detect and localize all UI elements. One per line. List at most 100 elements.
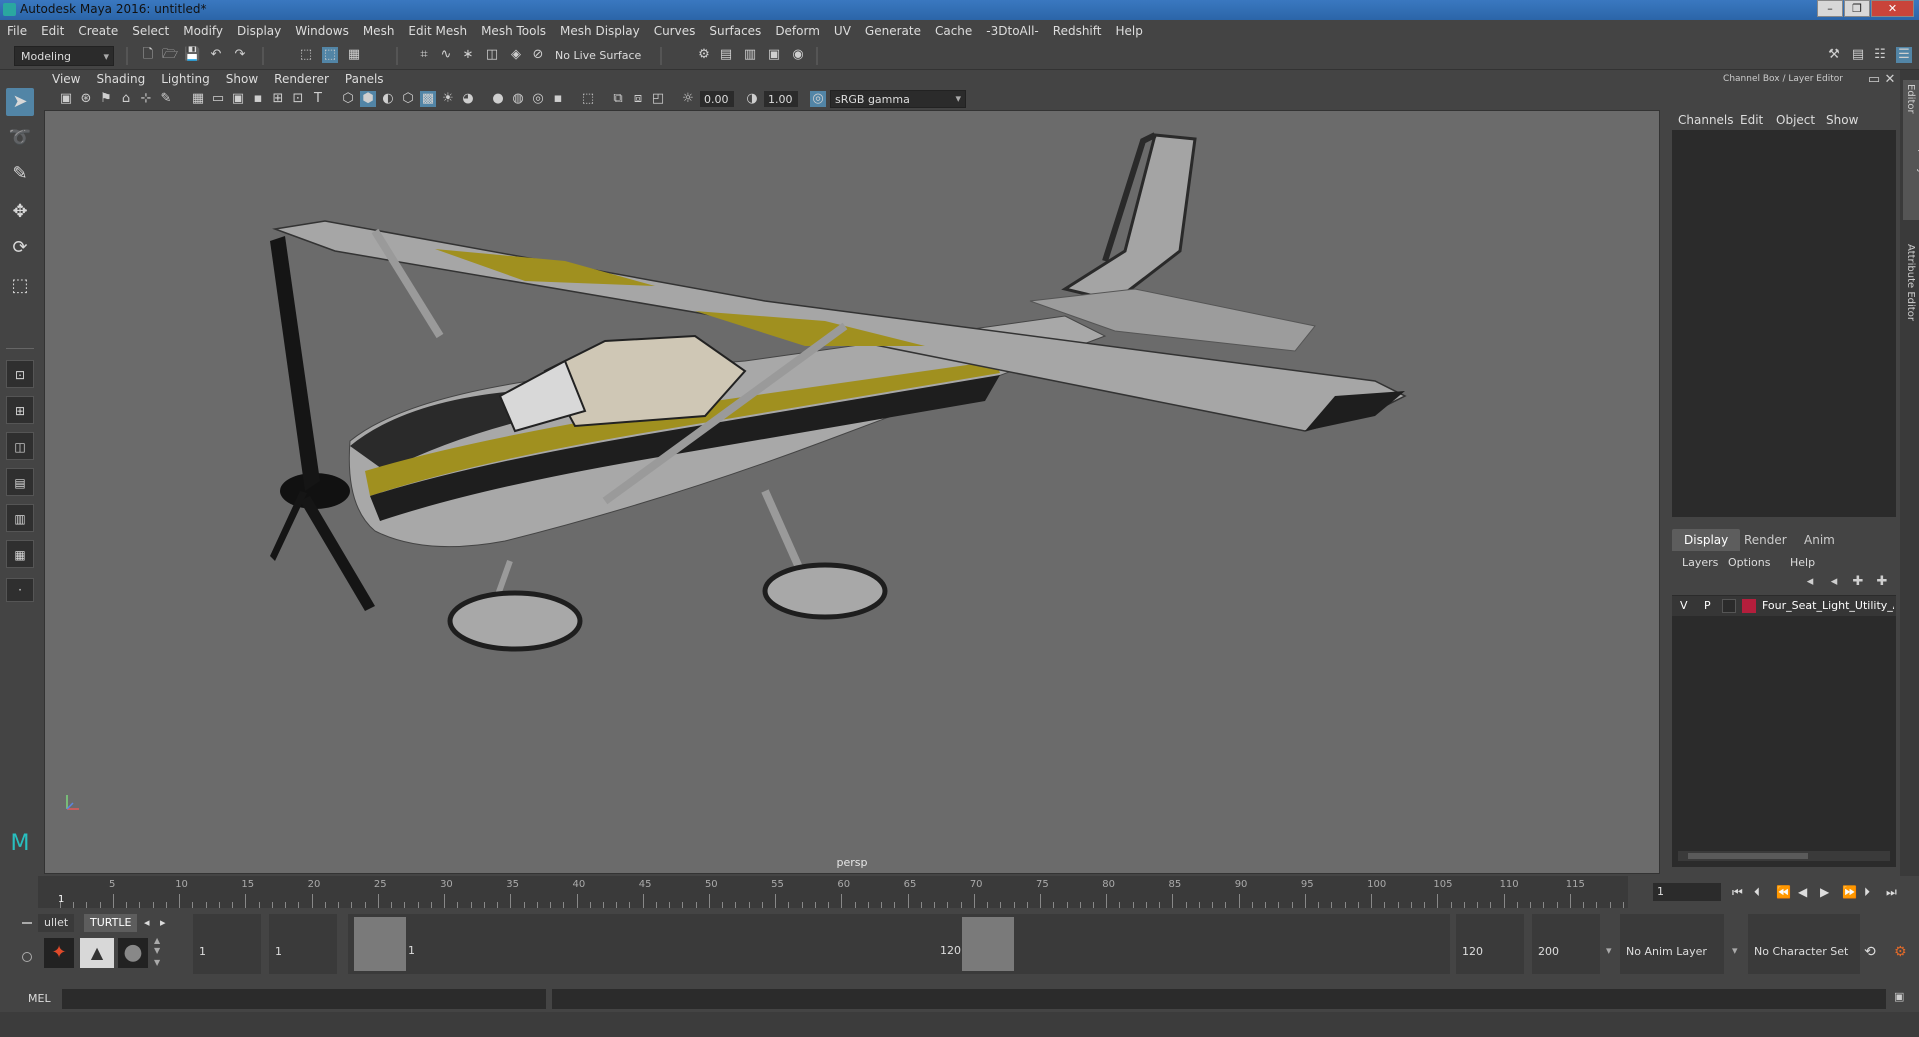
range-start-handle[interactable] — [354, 917, 406, 971]
menu-mesh[interactable]: Mesh — [356, 20, 402, 38]
turtle-surface-icon[interactable]: ● — [118, 938, 148, 968]
outliner-persp-layout-icon[interactable]: ▤ — [6, 468, 34, 496]
range-slider[interactable]: 1 120 — [348, 914, 1450, 974]
layer-color-swatch[interactable] — [1742, 599, 1756, 613]
exposure-field[interactable]: 0.00 — [700, 91, 734, 107]
menu-uv[interactable]: UV — [827, 20, 858, 38]
safe-title-icon[interactable]: T — [310, 91, 326, 107]
render-current-icon[interactable]: ▥ — [742, 47, 758, 63]
step-back-key-icon[interactable]: ⏪ — [1776, 885, 1791, 899]
menu-3dtoall[interactable]: -3DtoAll- — [979, 20, 1045, 38]
safe-action-icon[interactable]: ⊡ — [290, 91, 306, 107]
viewport-menu-panels[interactable]: Panels — [337, 70, 392, 86]
layer-horizontal-scrollbar[interactable] — [1678, 851, 1890, 861]
select-tool-icon[interactable]: ➤ — [6, 88, 34, 116]
snap-curve-icon[interactable]: ∿ — [438, 47, 454, 63]
smooth-shade-icon[interactable]: ⬢ — [360, 91, 376, 107]
tab-render[interactable]: Render — [1732, 529, 1799, 551]
menu-file[interactable]: File — [0, 20, 34, 38]
playback-start-field[interactable]: 1 — [269, 914, 337, 974]
wireframe-icon[interactable]: ⬡ — [340, 91, 356, 107]
tab-anim[interactable]: Anim — [1792, 529, 1847, 551]
time-slider[interactable]: 5 10 15 20 25 30 35 40 45 50 55 60 65 70 75 80 85 90 95 100… — [38, 876, 1651, 910]
go-to-start-icon[interactable]: ⏮ — [1732, 885, 1743, 900]
menu-edit[interactable]: Edit — [34, 20, 71, 38]
rotate-tool-icon[interactable]: ⟳ — [6, 234, 34, 262]
scale-tool-icon[interactable]: ⬚ — [6, 272, 34, 300]
anim-layer-dropdown[interactable]: No Anim Layer — [1620, 914, 1724, 974]
live-surface-label[interactable]: No Live Surface — [555, 49, 641, 62]
resolution-gate-icon[interactable]: ▣ — [230, 91, 246, 107]
snap-surface-icon[interactable]: ◈ — [508, 47, 524, 63]
image-plane-icon[interactable]: ⌂ — [118, 91, 134, 107]
viewport-menu-shading[interactable]: Shading — [88, 70, 153, 86]
default-lighting-icon[interactable]: ◐ — [380, 91, 396, 107]
shadows-icon[interactable]: ◕ — [460, 91, 476, 107]
layer-menu-layers[interactable]: Layers — [1682, 556, 1718, 569]
close-panel-icon[interactable]: ✕ — [1882, 72, 1898, 88]
layer-visibility-toggle[interactable]: V — [1680, 599, 1688, 612]
shelf-tab-bullet[interactable]: ullet — [38, 914, 75, 932]
move-layer-up-icon[interactable]: ◂ — [1802, 574, 1818, 590]
viewport-menu-renderer[interactable]: Renderer — [266, 70, 337, 86]
layer-name[interactable]: Four_Seat_Light_Utility_A — [1762, 599, 1894, 612]
character-set-dropdown[interactable]: No Character Set — [1748, 914, 1860, 974]
menu-surfaces[interactable]: Surfaces — [702, 20, 768, 38]
new-scene-icon[interactable]: 🗋 — [140, 47, 156, 63]
save-scene-icon[interactable]: 💾 — [184, 47, 200, 63]
layer-menu-options[interactable]: Options — [1728, 556, 1770, 569]
menu-edit-mesh[interactable]: Edit Mesh — [401, 20, 474, 38]
shelf-scroll-left-icon[interactable]: ◂ — [144, 916, 150, 929]
layer-row[interactable]: V P Four_Seat_Light_Utility_A — [1672, 596, 1896, 616]
channel-menu-object[interactable]: Object — [1776, 113, 1815, 127]
2d-pan-zoom-icon[interactable]: ⊹ — [138, 91, 154, 107]
move-tool-icon[interactable]: ✥ — [6, 198, 34, 226]
ambient-occlusion-icon[interactable]: ● — [490, 91, 506, 107]
menu-modify[interactable]: Modify — [176, 20, 230, 38]
field-chart-icon[interactable]: ⊞ — [270, 91, 286, 107]
menu-display[interactable]: Display — [230, 20, 288, 38]
layer-type-box[interactable] — [1722, 599, 1736, 613]
step-forward-key-icon[interactable]: ⏩ — [1842, 885, 1857, 899]
grease-pencil-icon[interactable]: ✎ — [158, 91, 174, 107]
float-panel-icon[interactable]: ▭ — [1866, 72, 1882, 88]
side-tab-attribute-editor[interactable]: Attribute Editor — [1903, 240, 1918, 325]
step-back-frame-icon[interactable]: ⏴ — [1754, 885, 1760, 900]
menu-deform[interactable]: Deform — [768, 20, 827, 38]
command-language-label[interactable]: MEL — [28, 992, 51, 1005]
tab-display[interactable]: Display — [1672, 529, 1741, 551]
snap-grid-icon[interactable]: ⌗ — [416, 47, 432, 63]
go-to-end-icon[interactable]: ⏭ — [1886, 885, 1897, 900]
use-all-lights-icon[interactable]: ☀ — [440, 91, 456, 107]
menu-mesh-tools[interactable]: Mesh Tools — [474, 20, 553, 38]
viewport-menu-view[interactable]: View — [44, 70, 88, 86]
hypershade-persp-layout-icon[interactable]: ▦ — [6, 540, 34, 568]
channel-menu-edit[interactable]: Edit — [1740, 113, 1763, 127]
new-empty-layer-icon[interactable]: ✚ — [1850, 574, 1866, 590]
depth-of-field-icon[interactable]: ▪ — [550, 91, 566, 107]
film-gate-icon[interactable]: ▭ — [210, 91, 226, 107]
menu-cache[interactable]: Cache — [928, 20, 979, 38]
auto-key-icon[interactable]: ⟲ — [1864, 944, 1876, 960]
shelf-scroll-up-icon[interactable]: ▲ — [154, 936, 160, 945]
gate-mask-icon[interactable]: ▪ — [250, 91, 266, 107]
exposure-icon[interactable]: ☼ — [680, 91, 696, 107]
playback-end-field[interactable]: 120 — [1456, 914, 1524, 974]
four-pane-layout-icon[interactable]: ⊞ — [6, 396, 34, 424]
ipr-render-icon[interactable]: ▣ — [766, 47, 782, 63]
timeline-ruler[interactable]: 5 10 15 20 25 30 35 40 45 50 55 60 65 70 75 80 85 90 95 100… — [38, 876, 1651, 908]
command-input[interactable] — [62, 989, 546, 1009]
motion-blur-icon[interactable]: ◍ — [510, 91, 526, 107]
menu-redshift[interactable]: Redshift — [1046, 20, 1109, 38]
menu-select[interactable]: Select — [125, 20, 176, 38]
camera-attributes-icon[interactable]: ⊛ — [78, 91, 94, 107]
menu-curves[interactable]: Curves — [647, 20, 703, 38]
shelf-tab-turtle[interactable]: TURTLE — [84, 914, 138, 932]
step-forward-frame-icon[interactable]: ⏵ — [1864, 885, 1870, 900]
snap-point-icon[interactable]: ∗ — [460, 47, 476, 63]
chevron-down-icon[interactable]: ▾ — [1606, 944, 1612, 957]
minimize-button[interactable]: – — [1817, 0, 1843, 17]
turtle-render-icon[interactable]: ✦ — [44, 938, 74, 968]
wireframe-on-shaded-icon[interactable]: ⬡ — [400, 91, 416, 107]
attribute-editor-icon[interactable]: ▤ — [1850, 47, 1866, 63]
